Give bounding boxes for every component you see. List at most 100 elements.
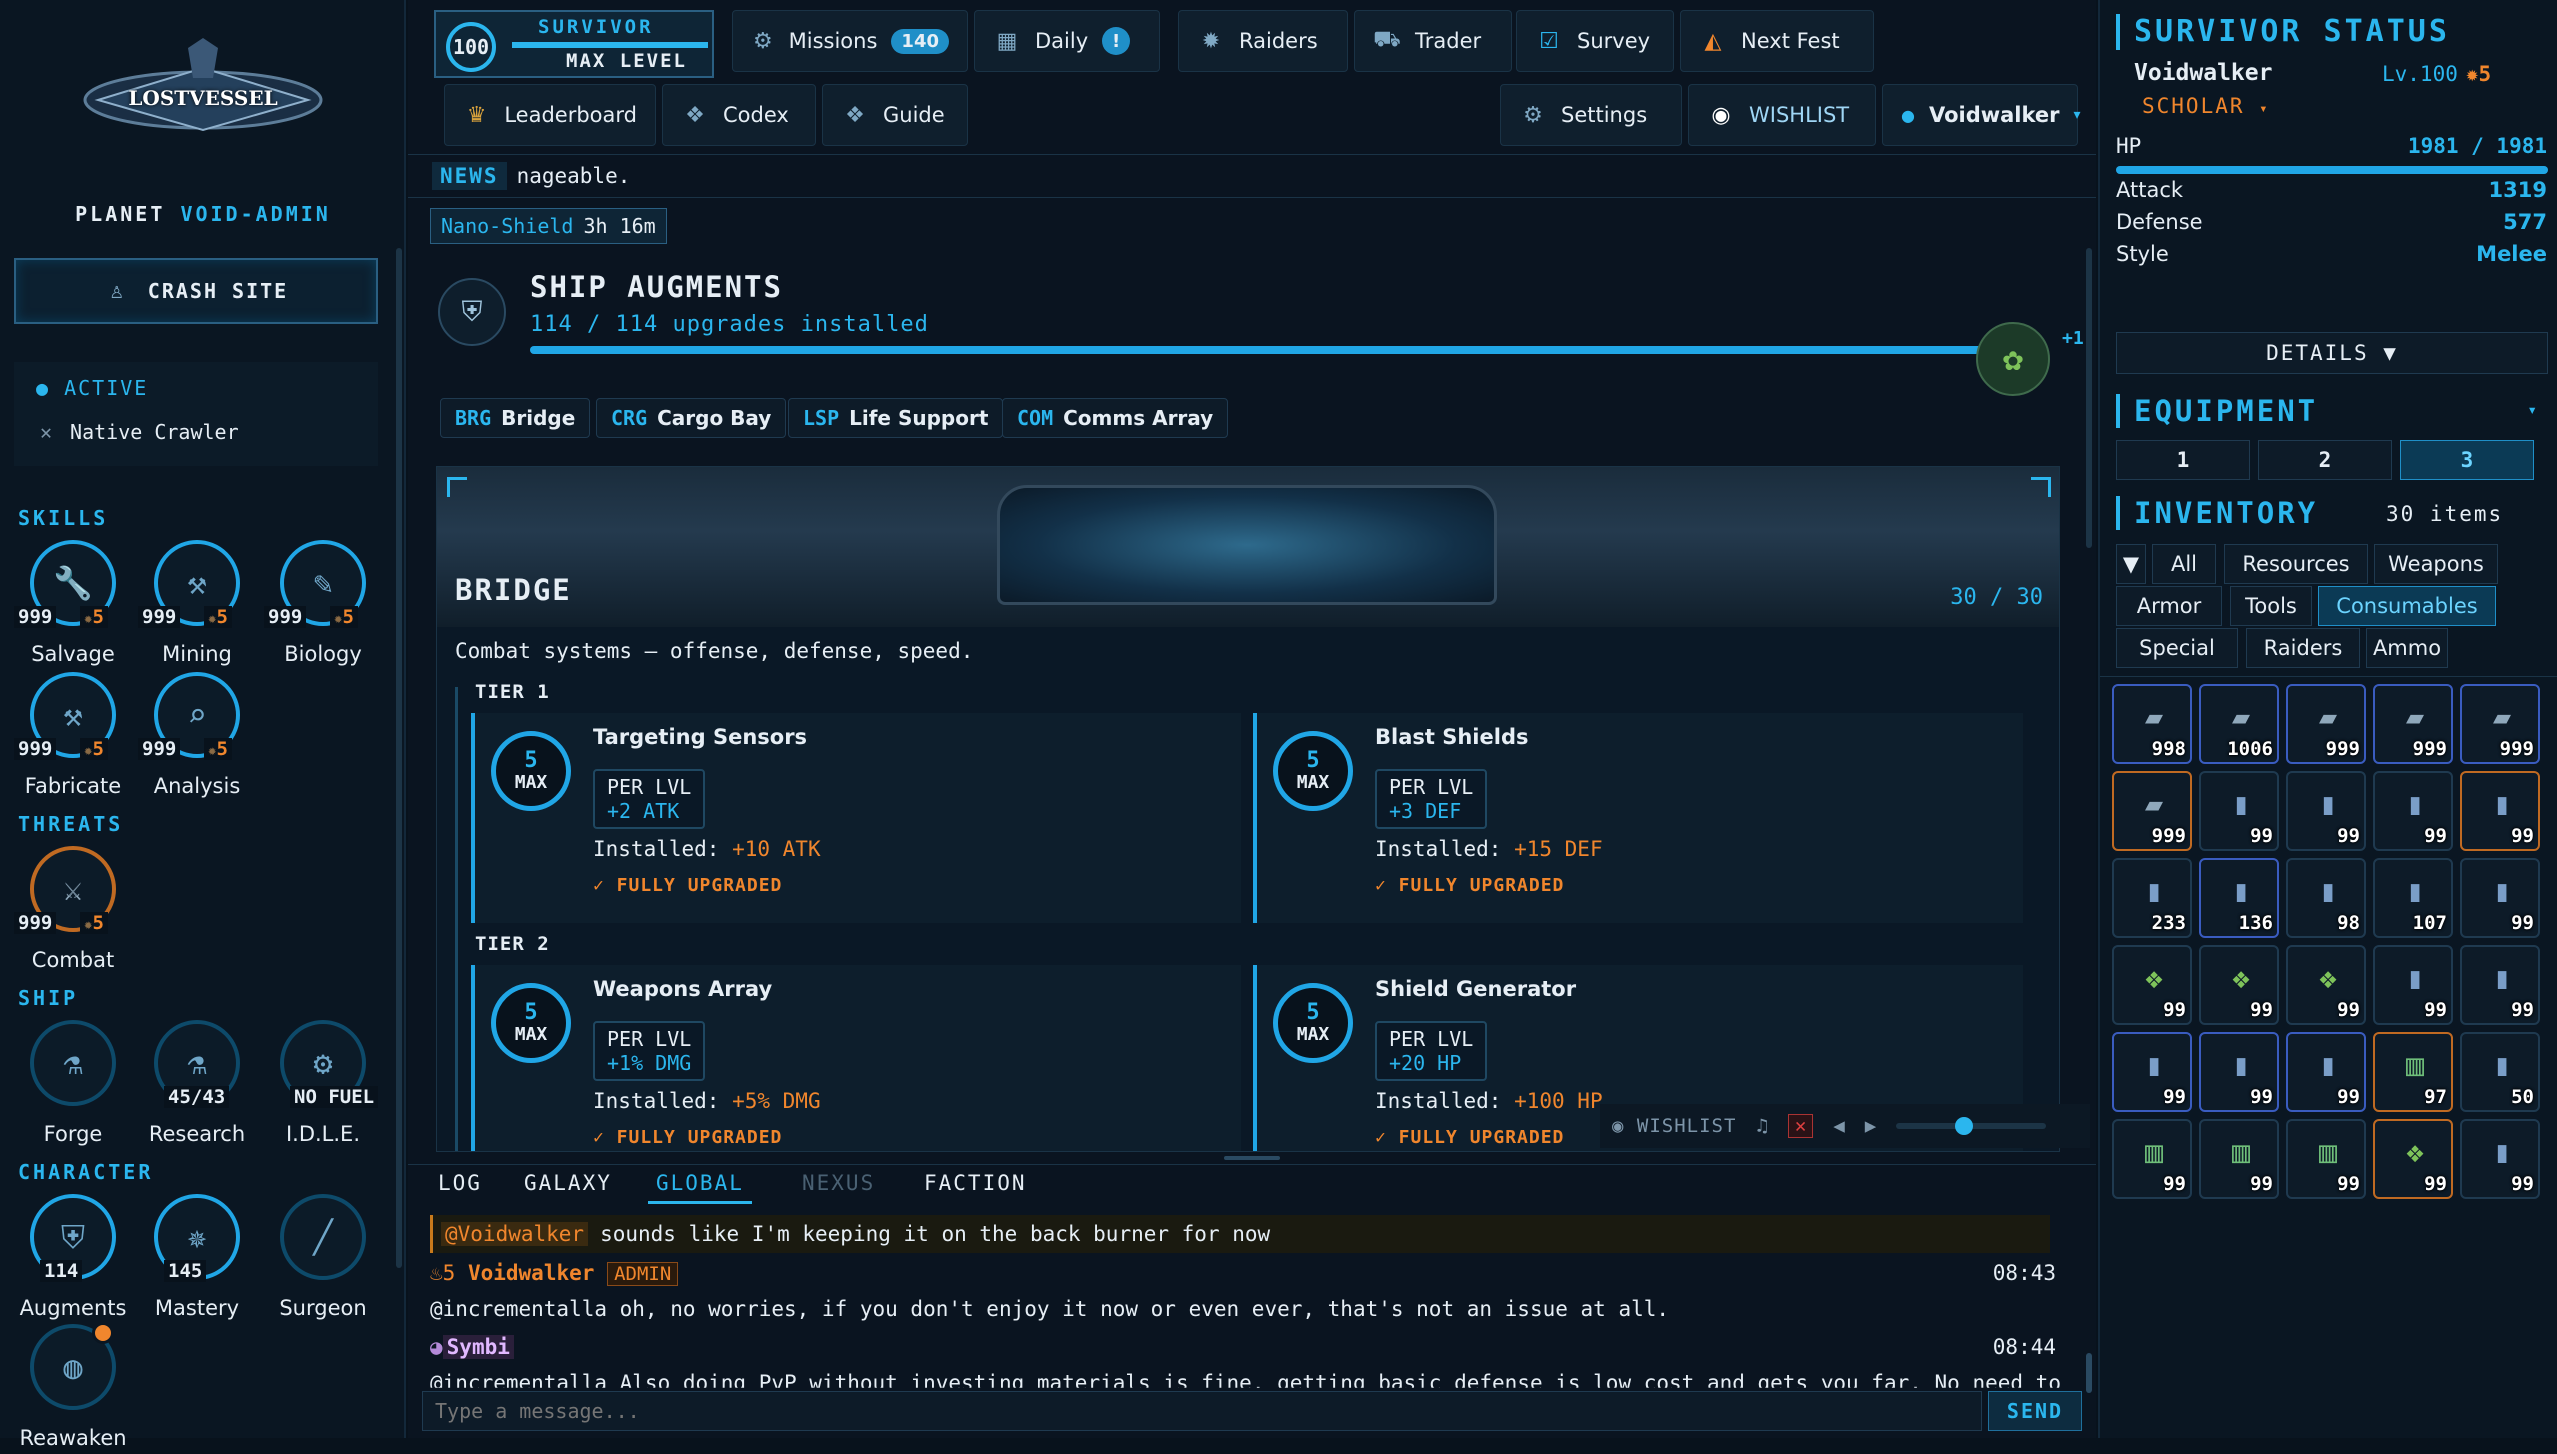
inventory-slot[interactable]: ▰ 1006 [2199, 684, 2279, 764]
skill-combat[interactable]: ⚔ 999 ✹5 Combat [8, 846, 138, 976]
inventory-slot[interactable]: ▮ 99 [2460, 858, 2540, 938]
equipment-slot-1[interactable]: 1 [2116, 440, 2250, 480]
settings-button[interactable]: ⚙ Settings [1500, 84, 1682, 146]
crash-site-button[interactable]: ♙ CRASH SITE [14, 258, 378, 324]
prev-track-icon[interactable]: ◀ [1833, 1115, 1844, 1137]
creature-avatar[interactable]: ✿ [1976, 322, 2050, 396]
inventory-slot[interactable]: ▮ 107 [2373, 858, 2453, 938]
inventory-slot[interactable]: ▮ 99 [2112, 1032, 2192, 1112]
next-fest-button[interactable]: ◭ Next Fest [1680, 10, 1874, 72]
equipment-slot-2[interactable]: 2 [2258, 440, 2392, 480]
inventory-slot[interactable]: ❖ 99 [2112, 945, 2192, 1025]
inventory-slot[interactable]: ▮ 99 [2286, 1032, 2366, 1112]
details-button[interactable]: DETAILS ▼ [2116, 332, 2548, 374]
skill-surgeon[interactable]: ╱ Surgeon [258, 1194, 388, 1324]
filter-ammo[interactable]: Ammo [2366, 628, 2448, 668]
inventory-slot[interactable]: ▮ 99 [2199, 771, 2279, 851]
inventory-slot[interactable]: ▰ 999 [2112, 771, 2192, 851]
skill-forge[interactable]: ⚗ Forge [8, 1020, 138, 1150]
main-scrollbar[interactable] [2086, 248, 2092, 548]
user-menu[interactable]: ● Voidwalker ▾ [1882, 84, 2081, 146]
skill-salvage[interactable]: 🔧 999 ✹5 Salvage [8, 540, 138, 670]
player-class[interactable]: SCHOLAR ▾ [2142, 94, 2270, 118]
survey-button[interactable]: ☑ Survey [1516, 10, 1674, 72]
volume-knob[interactable] [1954, 1117, 1973, 1135]
inventory-slot[interactable]: ▰ 999 [2286, 684, 2366, 764]
skill-analysis[interactable]: ⌕ 999 ✹5 Analysis [132, 672, 262, 802]
section-tab-brg[interactable]: BRG Bridge [440, 398, 591, 438]
guide-button[interactable]: ❖ Guide [822, 84, 968, 146]
player-wishlist-button[interactable]: ◉ WISHLIST [1612, 1115, 1736, 1137]
volume-slider[interactable] [1896, 1117, 2047, 1135]
inventory-slot[interactable]: ▮ 99 [2460, 771, 2540, 851]
skill-research[interactable]: ⚗ 45/43 Research [132, 1020, 262, 1150]
inventory-slot[interactable]: ▮ 99 [2199, 1032, 2279, 1112]
skill-augments[interactable]: ⛨ 114 Augments [8, 1194, 138, 1324]
inventory-slot[interactable]: ▥ 99 [2199, 1119, 2279, 1199]
raiders-button[interactable]: ✹ Raiders [1178, 10, 1348, 72]
filter-resources[interactable]: Resources [2224, 544, 2368, 584]
inventory-slot[interactable]: ❖ 99 [2199, 945, 2279, 1025]
inventory-slot[interactable]: ▮ 99 [2286, 771, 2366, 851]
skill-biology[interactable]: ✎ 999 ✹5 Biology [258, 540, 388, 670]
buff-chip[interactable]: Nano-Shield 3h 16m [430, 208, 667, 244]
inventory-slot[interactable]: ▮ 98 [2286, 858, 2366, 938]
codex-button[interactable]: ❖ Codex [662, 84, 816, 146]
inventory-slot[interactable]: ▥ 99 [2112, 1119, 2192, 1199]
inventory-slot[interactable]: ❖ 99 [2286, 945, 2366, 1025]
chat-tab-galaxy[interactable]: GALAXY [516, 1171, 620, 1201]
filter-consumables[interactable]: Consumables [2318, 586, 2496, 626]
skill-mining[interactable]: ⚒ 999 ✹5 Mining [132, 540, 262, 670]
mute-button[interactable]: ✕ [1787, 1114, 1814, 1138]
active-item[interactable]: ✕ Native Crawler [40, 420, 239, 444]
reply-mention[interactable]: @Voidwalker [441, 1222, 589, 1246]
filter-weapons[interactable]: Weapons [2374, 544, 2498, 584]
section-tab-lsp[interactable]: LSP Life Support [788, 398, 1004, 438]
section-tab-crg[interactable]: CRG Cargo Bay [596, 398, 787, 438]
inventory-slot[interactable]: ▰ 998 [2112, 684, 2192, 764]
music-note-icon[interactable]: ♫ [1756, 1115, 1767, 1137]
equipment-slot-3[interactable]: 3 [2400, 440, 2534, 480]
upgrade-card[interactable]: 5 MAX Blast Shields PER LVL +3 DEF Installed:… [1253, 713, 2023, 923]
chat-tab-nexus[interactable]: NEXUS [794, 1171, 883, 1201]
section-tab-com[interactable]: COM Comms Array [1002, 398, 1229, 438]
chat-username[interactable]: Symbi [442, 1335, 514, 1359]
inventory-slot[interactable]: ▮ 50 [2460, 1032, 2540, 1112]
filter-all[interactable]: All [2152, 544, 2216, 584]
equipment-collapse-icon[interactable]: ▾ [2527, 400, 2537, 419]
filter-tools[interactable]: Tools [2230, 586, 2312, 626]
inventory-slot[interactable]: ❖ 99 [2373, 1119, 2453, 1199]
level-badge[interactable]: 100 SURVIVOR MAX LEVEL [434, 10, 714, 78]
inventory-slot[interactable]: ▰ 999 [2373, 684, 2453, 764]
chat-tab-global[interactable]: GLOBAL [648, 1171, 752, 1204]
upgrade-card[interactable]: 5 MAX Weapons Array PER LVL +1% DMG Installed… [471, 965, 1241, 1151]
trader-button[interactable]: ⛟ Trader [1354, 10, 1512, 72]
inventory-slot[interactable]: ▰ 999 [2460, 684, 2540, 764]
skill-fabricate[interactable]: ⚒ 999 ✹5 Fabricate [8, 672, 138, 802]
skill-mastery[interactable]: ✵ 145 Mastery [132, 1194, 262, 1324]
inventory-slot[interactable]: ▮ 99 [2373, 771, 2453, 851]
skill-idle[interactable]: ⚙ NO FUEL I.D.L.E. [258, 1020, 388, 1150]
left-scrollbar[interactable] [396, 248, 402, 1268]
daily-button[interactable]: ▦ Daily ! [974, 10, 1160, 72]
send-button[interactable]: SEND [1988, 1391, 2082, 1431]
inventory-slot[interactable]: ▮ 99 [2460, 945, 2540, 1025]
missions-button[interactable]: ⚙ Missions 140 [732, 10, 968, 72]
skill-reawaken[interactable]: ◍ Reawaken [8, 1324, 138, 1454]
inventory-slot[interactable]: ▮ 99 [2460, 1119, 2540, 1199]
resize-handle[interactable] [1224, 1156, 1280, 1160]
leaderboard-button[interactable]: ♛ Leaderboard [444, 84, 656, 146]
next-track-icon[interactable]: ▶ [1865, 1115, 1876, 1137]
chat-scrollbar[interactable] [2086, 1353, 2092, 1393]
filter-raiders[interactable]: Raiders [2246, 628, 2360, 668]
inventory-slot[interactable]: ▮ 136 [2199, 858, 2279, 938]
inventory-slot[interactable]: ▥ 99 [2286, 1119, 2366, 1199]
inventory-slot[interactable]: ▮ 233 [2112, 858, 2192, 938]
upgrade-card[interactable]: 5 MAX Targeting Sensors PER LVL +2 ATK Instal… [471, 713, 1241, 923]
inventory-slot[interactable]: ▮ 99 [2373, 945, 2453, 1025]
filter-dropdown[interactable]: ▼ [2116, 544, 2146, 584]
wishlist-button[interactable]: ◉ WISHLIST [1688, 84, 1876, 146]
chat-tab-log[interactable]: LOG [430, 1171, 490, 1201]
filter-armor[interactable]: Armor [2116, 586, 2222, 626]
inventory-slot[interactable]: ▥ 97 [2373, 1032, 2453, 1112]
